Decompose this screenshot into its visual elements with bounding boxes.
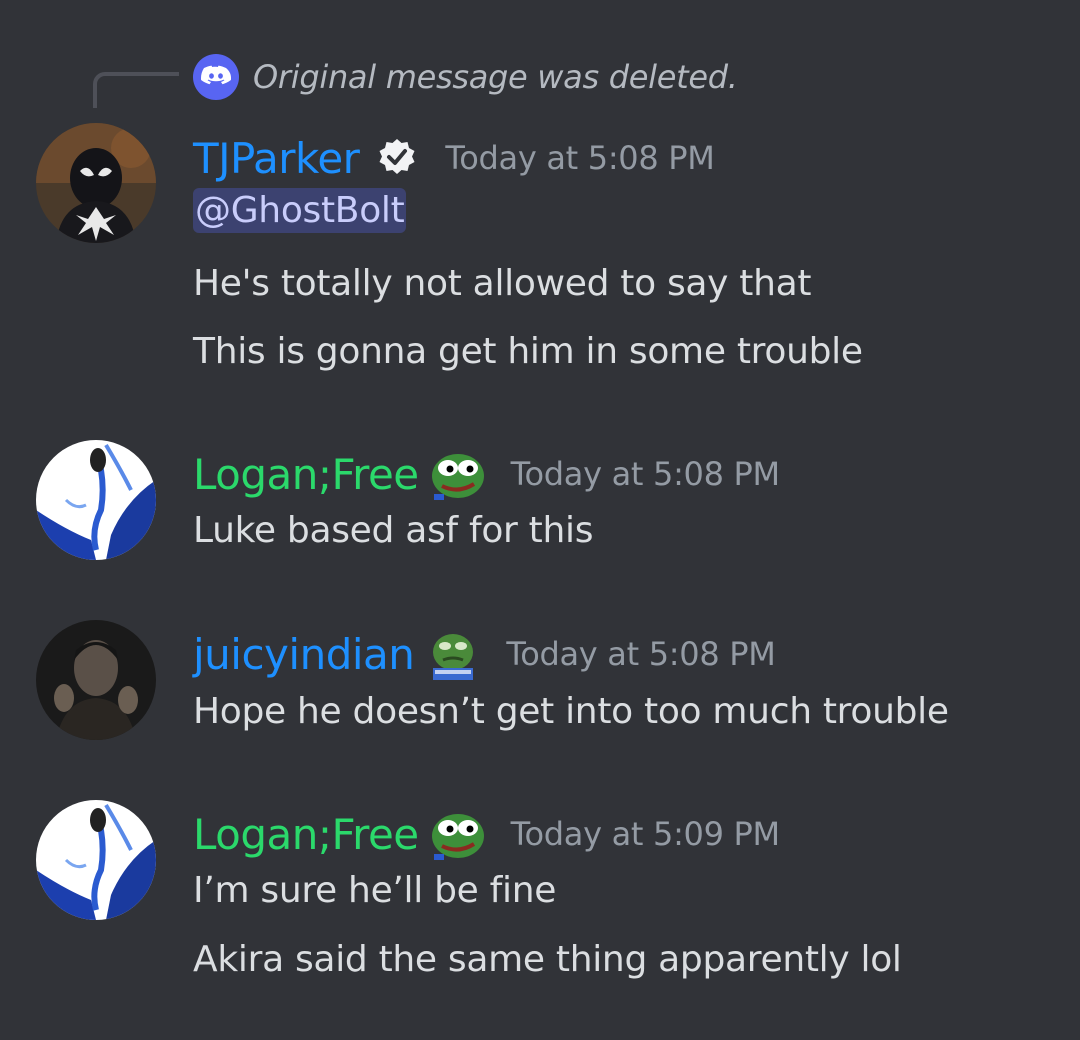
avatar[interactable] [36,440,156,560]
username[interactable]: juicyindian [193,630,415,679]
reply-text: Original message was deleted. [253,58,738,96]
reply-connector [93,72,179,108]
message-text: This is gonna get him in some trouble [193,331,863,372]
discord-logo-icon [193,54,239,100]
pepe-emoji-icon [429,805,487,863]
username[interactable]: Logan;Free [193,810,419,859]
avatar[interactable] [36,800,156,920]
message-header: Logan;Free Today at 5:08 PM [193,446,780,502]
message-header: Logan;Free Today at 5:09 PM [193,806,780,862]
pepe-emoji-icon [429,445,487,503]
username[interactable]: TJParker [193,134,360,183]
message-line: @GhostBolt [193,188,407,233]
username[interactable]: Logan;Free [193,450,419,499]
timestamp: Today at 5:08 PM [506,635,776,673]
timestamp: Today at 5:08 PM [445,139,715,177]
message-text: I’m sure he’ll be fine [193,870,557,911]
message-header: TJParker Today at 5:08 PM [193,130,715,186]
message-header: juicyindian Today at 5:08 PM [193,626,776,682]
timestamp: Today at 5:08 PM [510,455,780,493]
verified-check-icon [373,134,421,182]
avatar[interactable] [36,123,156,243]
message-text: Akira said the same thing apparently lol [193,939,902,980]
user-mention[interactable]: @GhostBolt [193,188,407,233]
chat-message-list: Original message was deleted. TJParker T… [0,0,1080,1040]
pepe-emoji-icon [424,625,482,683]
reply-reference[interactable]: Original message was deleted. [193,54,738,100]
avatar[interactable] [36,620,156,740]
message-text: Luke based asf for this [193,510,594,551]
message-text: He's totally not allowed to say that [193,263,812,304]
timestamp: Today at 5:09 PM [510,815,780,853]
message-text: Hope he doesn’t get into too much troubl… [193,691,949,732]
